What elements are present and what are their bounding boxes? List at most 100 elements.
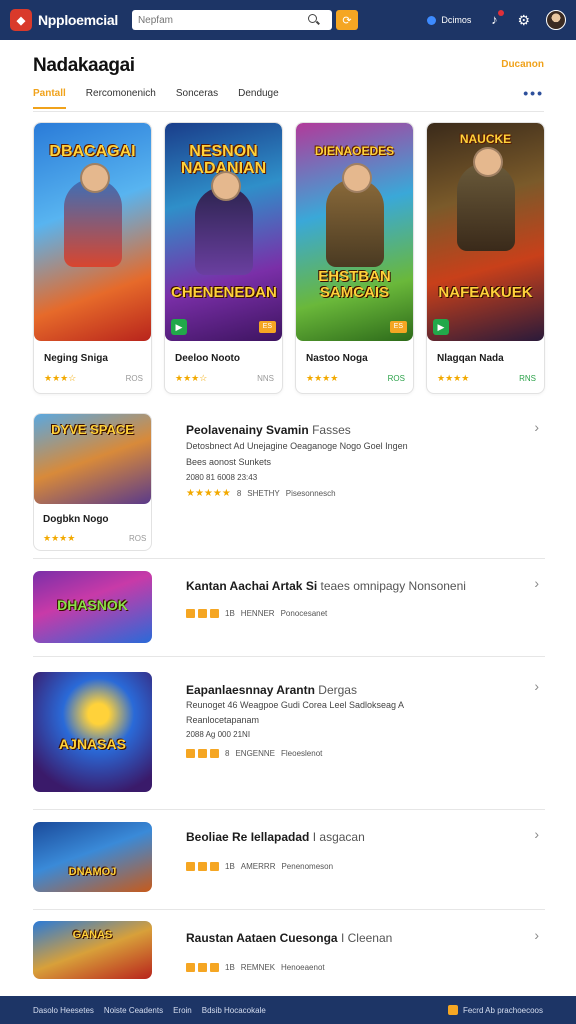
game-name[interactable]: Dogbkn Nogo [43,514,109,525]
rating-value: 8 [236,489,242,498]
corner-badge: ES [389,321,407,333]
star-rating: ★★★★ [437,373,470,383]
featured-card[interactable]: DIENAOEDES EHSTBAN SAMCAIS ES Nastoo Nog… [295,122,414,394]
game-thumbnail[interactable]: DNAMOJ [33,822,152,892]
score: ROS [387,374,405,383]
play-icon[interactable]: ▶ [171,319,187,335]
featured-card[interactable]: DBACAGAI Neging Sniga ★★★☆ ROS [33,122,152,394]
art-subtitle: NAFEAKUEK [438,284,533,301]
meta-tag-2: Fleoeslenot [281,749,323,758]
game-name[interactable]: Deeloo Nooto [175,353,240,364]
row-title-text[interactable]: Peolavenainy Svamin [186,423,309,437]
rating-squares [186,609,219,618]
footer-right-text[interactable]: Fecrd Ab prachoecoos [463,1006,543,1015]
thumb-title: DHASNOK [57,597,128,613]
footer-link[interactable]: Bdsib Hocacokale [202,1006,266,1015]
list-item[interactable]: GANAS Raustan Aataen Cuesonga I Cleenan … [33,921,545,989]
art-title: NAUCKE [459,132,512,146]
score: ROS [125,374,143,383]
tab-3[interactable]: Denduge [238,88,279,109]
more-options-icon[interactable]: ••• [523,85,544,101]
row-title[interactable]: Peolavenainy Svamin Fasses [186,423,351,437]
footer-right[interactable]: Fecrd Ab prachoecoos [447,1005,543,1015]
row-subdescription: Bees aonost Sunkets [186,457,272,467]
game-art: DBACAGAI [34,123,151,341]
chevron-right-icon[interactable]: › [534,575,539,591]
chevron-right-icon[interactable]: › [534,927,539,943]
see-all-link[interactable]: Ducanon [501,59,544,70]
brand-name[interactable]: Npploemcial [38,12,118,28]
hero-figure [195,171,253,275]
game-thumbnail[interactable]: GANAS [33,921,152,979]
list-item[interactable]: DHASNOK Kantan Aachai Artak Si teaes omn… [33,571,545,657]
row-title[interactable]: Beoliae Re Iellapadad I asgacan [186,830,365,844]
game-name[interactable]: Nastoo Noga [306,353,368,364]
featured-games: DBACAGAI Neging Sniga ★★★☆ ROS NESNON NA… [33,122,545,394]
game-art: NAUCKE NAFEAKUEK ▶ [427,123,544,341]
footer-link[interactable]: Eroin [173,1006,192,1015]
gear-icon[interactable]: ⚙ [517,13,530,27]
star-rating: ★★★☆ [175,373,208,383]
avatar[interactable] [546,10,566,30]
hero-figure [326,163,384,267]
row-title[interactable]: Raustan Aataen Cuesonga I Cleenan [186,931,392,945]
game-name[interactable]: Neging Sniga [44,353,108,364]
footer-link[interactable]: Dasolo Heesetes [33,1006,94,1015]
hero-figure [64,163,122,267]
row-title[interactable]: Eapanlaesnnay Arantn Dergas [186,683,357,697]
rating-squares [186,963,219,972]
featured-card[interactable]: NESNON NADANIAN CHENENEDAN ▶ ES Deeloo N… [164,122,283,394]
row-title[interactable]: Kantan Aachai Artak Si teaes omnipagy No… [186,579,466,593]
chevron-right-icon[interactable]: › [534,419,539,435]
row-stats: 2088 Ag 000 21NI [186,730,251,739]
row-title-text[interactable]: Eapanlaesnnay Arantn [186,683,315,697]
tab-1[interactable]: Rercomonenich [86,88,156,109]
app-logo-icon[interactable]: ◆ [10,9,32,31]
search-input[interactable] [137,14,308,26]
chevron-right-icon[interactable]: › [534,826,539,842]
tab-2[interactable]: Sonceras [176,88,218,109]
search-icon[interactable] [307,14,320,26]
game-thumbnail[interactable]: AJNASAS [33,672,152,792]
divider [33,558,545,559]
footer-link[interactable]: Noiste Ceadents [104,1006,163,1015]
row-stats: 1B [225,609,235,618]
tab-0[interactable]: Pantall [33,88,66,109]
row-title-extra: Dergas [318,683,357,697]
list-item[interactable]: AJNASAS Eapanlaesnnay Arantn Dergas Reun… [33,672,545,810]
row-title-text[interactable]: Beoliae Re Iellapadad [186,830,309,844]
row-description: Detosbnect Ad Unejagine Oeaganoge Nogo G… [186,441,408,451]
thumb-title: GANAS [72,929,113,941]
chevron-right-icon[interactable]: › [534,678,539,694]
art-subtitle: CHENENEDAN [171,284,277,301]
notification-bell-icon[interactable]: ♪ [487,10,505,27]
user-label[interactable]: Dcimos [441,15,471,25]
star-rating: ★★★☆ [44,373,77,383]
divider [33,809,545,810]
play-icon[interactable]: ▶ [433,319,449,335]
list-item[interactable]: DNAMOJ Beoliae Re Iellapadad I asgacan 1… [33,822,545,910]
game-thumbnail[interactable]: DHASNOK [33,571,152,643]
game-name[interactable]: Nlagqan Nada [437,353,504,364]
game-thumbnail[interactable]: DYVE SPACE [34,414,151,504]
search-box[interactable] [131,10,332,30]
row-meta: 8 ENGENNE Fleoeslenot [186,749,322,758]
row-stats: 2080 81 6008 23:43 [186,473,258,482]
thumb-title: DYVE SPACE [51,422,134,437]
featured-card[interactable]: NAUCKE NAFEAKUEK ▶ Nlagqan Nada ★★★★ RNS [426,122,545,394]
search-button[interactable]: ⟳ [335,10,358,30]
row-meta: ★★★★★ 8 SHETHY Pisesonnesch [186,488,336,499]
meta-tag-2: Ponocesanet [280,609,328,618]
meta-tag-2: Henoeaenot [281,963,325,972]
feedback-icon[interactable] [447,1005,458,1015]
star-rating: ★★★★ [306,373,339,383]
thumb-title: DNAMOJ [68,866,117,878]
list-item[interactable]: DYVE SPACE Dogbkn Nogo ★★★★ ROS Peolaven… [33,413,545,559]
meta-tag: SHETHY [247,489,280,498]
rating-squares [186,862,219,871]
row-title-text[interactable]: Kantan Aachai Artak Si [186,579,317,593]
divider [33,111,544,112]
row-stats: 1B [225,862,235,871]
row-title-text[interactable]: Raustan Aataen Cuesonga [186,931,338,945]
user-link[interactable]: Dcimos [427,15,471,25]
